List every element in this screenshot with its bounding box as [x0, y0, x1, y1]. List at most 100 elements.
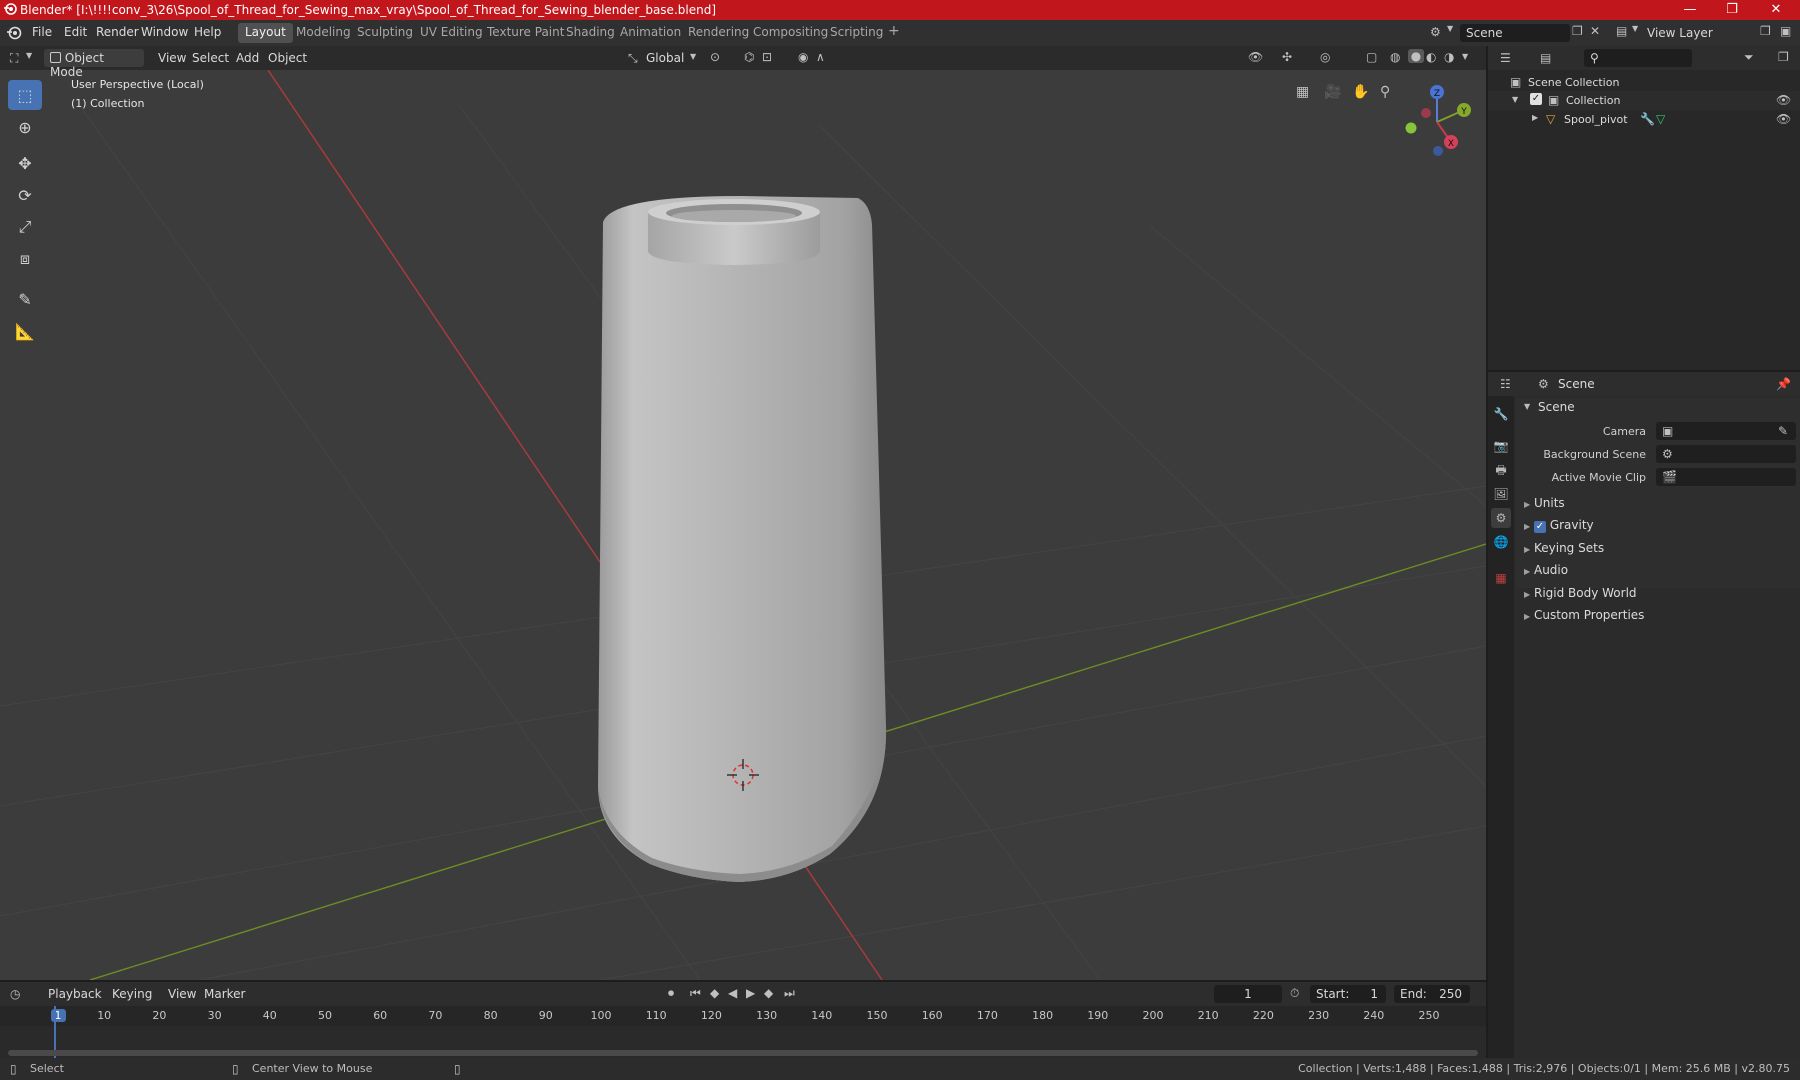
- filter-icon[interactable]: ⏷: [1744, 50, 1754, 65]
- scale-tool[interactable]: ⤢: [8, 212, 42, 242]
- frame-ruler[interactable]: 1 10 20 30 40 50 60 70 80 90 100 110 120 130 140 150 160…: [0, 1006, 1486, 1026]
- eye-icon[interactable]: 👁: [1776, 112, 1791, 126]
- tab-texture-paint[interactable]: Texture Paint: [480, 23, 571, 43]
- select-box-tool[interactable]: ⬚: [8, 80, 42, 110]
- snap-target-icon[interactable]: ⊡: [762, 50, 772, 64]
- scene-selector[interactable]: Scene: [1460, 24, 1570, 42]
- close-button[interactable]: ✕: [1756, 0, 1796, 20]
- menu-file[interactable]: File: [32, 25, 52, 39]
- tab-sculpting[interactable]: Sculpting: [350, 23, 420, 43]
- menu-object[interactable]: Object: [262, 49, 313, 67]
- active-movie-clip-field[interactable]: 🎬: [1656, 468, 1796, 486]
- record-icon[interactable]: ⏺: [668, 986, 674, 1001]
- gravity-checkbox[interactable]: ✓: [1533, 521, 1546, 533]
- visibility-icon[interactable]: 👁: [1248, 50, 1263, 64]
- 3d-viewport[interactable]: ⛶ ▼ Object Mode View Select Add Object ⤡…: [0, 46, 1486, 980]
- wireframe-shading-icon[interactable]: ◍: [1390, 50, 1400, 64]
- new-collection-icon[interactable]: ❐: [1778, 50, 1789, 64]
- new-view-layer-icon[interactable]: ❐: [1760, 24, 1771, 38]
- timeline-editor-icon[interactable]: ◷: [10, 987, 20, 1001]
- navigation-gizmo[interactable]: Z Y X: [1396, 76, 1478, 158]
- end-frame-field[interactable]: End: 250: [1394, 985, 1470, 1003]
- menu-marker[interactable]: Marker: [198, 985, 251, 1003]
- timeline-scrollbar[interactable]: [8, 1050, 1478, 1056]
- exclude-checkbox[interactable]: ✓: [1530, 93, 1542, 105]
- eyedropper-icon[interactable]: ✎: [1778, 424, 1788, 438]
- mesh-data-icon[interactable]: ▽: [1656, 112, 1665, 126]
- menu-render[interactable]: Render: [96, 25, 139, 39]
- modifier-wrench-icon[interactable]: 🔧: [1640, 112, 1655, 126]
- gizmo-icon[interactable]: ✣: [1282, 50, 1292, 64]
- scene-icon[interactable]: ⚙: [1430, 25, 1441, 39]
- view-layer-tab-icon[interactable]: 🖼: [1491, 484, 1511, 504]
- outliner-editor-icon[interactable]: ☰: [1500, 51, 1511, 65]
- pivot-icon[interactable]: ⊙: [710, 50, 720, 64]
- jump-end-icon[interactable]: ⏭: [784, 986, 795, 1001]
- subpanel-units[interactable]: ▶ Units: [1524, 496, 1800, 510]
- subpanel-audio[interactable]: ▶ Audio: [1524, 563, 1800, 577]
- background-scene-field[interactable]: ⚙: [1656, 445, 1796, 463]
- solid-shading-icon[interactable]: ●: [1408, 49, 1424, 63]
- xray-icon[interactable]: ▢: [1366, 50, 1377, 64]
- pan-view-icon[interactable]: ✋: [1352, 84, 1369, 100]
- properties-editor-icon[interactable]: ☷: [1500, 377, 1511, 391]
- material-shading-icon[interactable]: ◐: [1426, 50, 1436, 64]
- expand-arrow-icon[interactable]: ▶: [1532, 113, 1538, 122]
- camera-field[interactable]: ▣ ✎: [1656, 422, 1796, 440]
- current-frame-field[interactable]: 1: [1214, 985, 1282, 1003]
- world-tab-icon[interactable]: 🌐: [1491, 532, 1511, 552]
- delete-view-layer-icon[interactable]: ▣: [1780, 24, 1791, 38]
- expand-arrow-icon[interactable]: ▼: [1524, 402, 1530, 411]
- transform-tool[interactable]: ⧈: [8, 244, 42, 274]
- measure-tool[interactable]: 📐: [8, 316, 42, 346]
- play-icon[interactable]: ▶: [746, 986, 755, 1000]
- transform-orientation-icon[interactable]: ⤡: [628, 51, 638, 66]
- tab-uv-editing[interactable]: UV Editing: [413, 23, 490, 43]
- eye-icon[interactable]: 👁: [1776, 93, 1791, 107]
- menu-timeline-view[interactable]: View: [162, 985, 202, 1003]
- tab-modeling[interactable]: Modeling: [289, 23, 358, 43]
- menu-window[interactable]: Window: [141, 25, 188, 39]
- play-reverse-icon[interactable]: ◀: [728, 986, 737, 1000]
- tab-animation[interactable]: Animation: [613, 23, 688, 43]
- outliner-row-spool-pivot[interactable]: ▶ ▽ Spool_pivot 🔧 ▽ 👁: [1488, 110, 1800, 129]
- cursor-tool[interactable]: ⊕: [8, 112, 42, 142]
- menu-playback[interactable]: Playback: [42, 985, 108, 1003]
- camera-view-icon[interactable]: 🎥: [1324, 84, 1341, 100]
- overlays-icon[interactable]: ◎: [1320, 50, 1330, 64]
- menu-select[interactable]: Select: [186, 49, 235, 67]
- prev-keyframe-icon[interactable]: ◆: [710, 986, 719, 1000]
- snap-icon[interactable]: ⌬: [744, 50, 754, 64]
- subpanel-gravity[interactable]: ▶ ✓ Gravity: [1524, 518, 1800, 533]
- stopwatch-icon[interactable]: ⏱: [1290, 986, 1299, 1001]
- display-mode-icon[interactable]: ▤: [1540, 51, 1551, 65]
- view-layer-selector[interactable]: View Layer: [1641, 24, 1759, 42]
- texture-tab-icon[interactable]: ▦: [1491, 568, 1511, 588]
- subpanel-custom-properties[interactable]: ▶ Custom Properties: [1524, 608, 1800, 622]
- minimize-button[interactable]: —: [1670, 0, 1710, 20]
- next-keyframe-icon[interactable]: ◆: [764, 986, 773, 1000]
- outliner-row-scene-collection[interactable]: ▣ Scene Collection: [1488, 73, 1800, 92]
- transform-orientation-selector[interactable]: Global: [640, 49, 690, 67]
- add-workspace-button[interactable]: +: [881, 23, 907, 43]
- subpanel-keying-sets[interactable]: ▶ Keying Sets: [1524, 541, 1800, 555]
- annotate-tool[interactable]: ✎: [8, 284, 42, 314]
- tab-compositing[interactable]: Compositing: [746, 23, 835, 43]
- jump-start-icon[interactable]: ⏮: [690, 986, 701, 1001]
- expand-arrow-icon[interactable]: ▼: [1512, 95, 1518, 104]
- new-scene-icon[interactable]: ❐: [1572, 24, 1583, 38]
- move-tool[interactable]: ✥: [8, 148, 42, 178]
- menu-keying[interactable]: Keying: [106, 985, 158, 1003]
- pin-icon[interactable]: 📌: [1776, 377, 1791, 391]
- menu-help[interactable]: Help: [194, 25, 221, 39]
- render-tab-icon[interactable]: 📷: [1491, 436, 1511, 456]
- toggle-camera-grid-icon[interactable]: ▦: [1296, 84, 1309, 100]
- zoom-view-icon[interactable]: ⚲: [1380, 84, 1390, 100]
- rotate-tool[interactable]: ⟳: [8, 180, 42, 210]
- start-frame-field[interactable]: Start: 1: [1310, 985, 1386, 1003]
- outliner-row-collection[interactable]: ▼ ✓ ▣ Collection 👁: [1488, 91, 1800, 110]
- outliner-search-input[interactable]: ⚲: [1584, 49, 1692, 67]
- scene-tab-icon[interactable]: ⚙: [1491, 508, 1511, 528]
- menu-add[interactable]: Add: [230, 49, 265, 67]
- editor-type-icon[interactable]: ⛶: [10, 51, 18, 66]
